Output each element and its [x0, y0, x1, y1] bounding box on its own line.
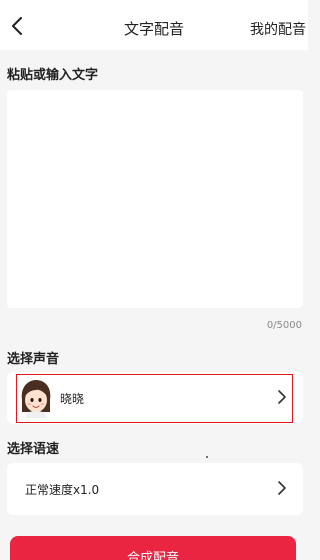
selected-voice-label: 晓晓	[60, 392, 85, 406]
my-dubbing-link[interactable]: 我的配音	[250, 19, 306, 39]
chevron-right-icon	[278, 390, 286, 404]
text-input-card	[7, 90, 303, 308]
text-input[interactable]	[7, 90, 303, 308]
synthesize-button-label: 合成配音	[126, 551, 179, 560]
synthesize-button[interactable]: 合成配音	[10, 536, 296, 560]
dot-mark	[206, 456, 208, 458]
header-bar: 文字配音 我的配音	[0, 0, 308, 50]
voice-section-title: 选择声音	[7, 352, 60, 367]
text-dubbing-screen: 文字配音 我的配音 粘贴或输入文字 0/5000 选择声音 晓晓 选择语速 正常…	[0, 0, 308, 560]
girl-avatar-icon	[21, 380, 51, 418]
selected-speed-label: 正常速度x1.0	[25, 483, 100, 497]
char-count: 0/5000	[266, 320, 302, 331]
speed-select-row[interactable]: 正常速度x1.0	[7, 463, 303, 515]
voice-select-row[interactable]: 晓晓	[7, 372, 303, 424]
chevron-right-icon	[278, 481, 286, 495]
text-section-title: 粘贴或输入文字	[7, 68, 99, 83]
speed-section-title: 选择语速	[7, 442, 60, 457]
